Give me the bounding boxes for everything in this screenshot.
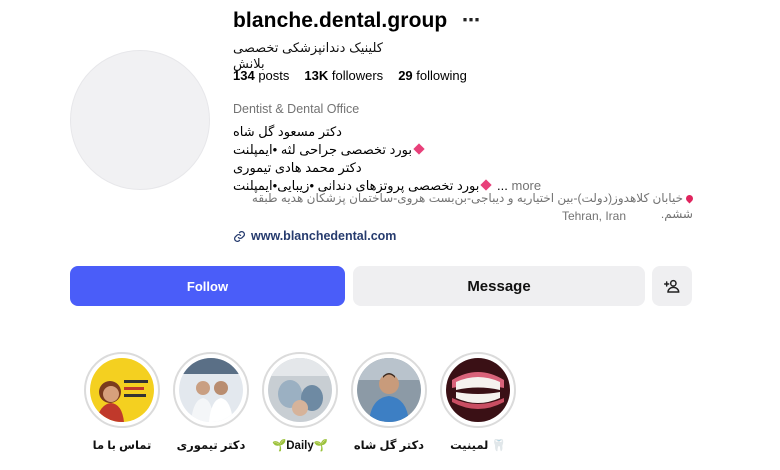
pink-diamond-icon	[413, 143, 425, 155]
highlight-cover-team	[179, 358, 243, 422]
following-count: 29	[398, 68, 413, 83]
add-user-button[interactable]	[652, 266, 692, 306]
website-link[interactable]: www.blanchedental.com	[233, 229, 396, 243]
followers-count: 13K	[304, 68, 329, 83]
more-horizontal-icon[interactable]: ⋯	[462, 10, 480, 31]
website-url: www.blanchedental.com	[251, 229, 397, 243]
followers-label: followers	[331, 68, 384, 83]
highlight-cover-clinic	[268, 358, 332, 422]
add-user-icon	[664, 279, 680, 293]
bio-line: دکتر محمد هادی تیموری	[233, 160, 362, 175]
pink-diamond-icon	[480, 179, 493, 191]
highlight-label: تماس با ما	[92, 440, 152, 452]
followers-stat[interactable]: 13K followers	[304, 68, 383, 83]
highlight-label: دکتر تیموری	[176, 440, 246, 452]
follow-button[interactable]: Follow	[70, 266, 345, 306]
highlight-dr-teymouri[interactable]: دکتر تیموری	[172, 352, 250, 452]
profile-avatar[interactable]	[70, 50, 210, 190]
posts-label: posts	[258, 68, 290, 83]
message-button[interactable]: Message	[353, 266, 645, 306]
highlight-daily[interactable]: 🌱Daily🌱	[261, 352, 339, 452]
profile-username: blanche.dental.group	[233, 9, 448, 32]
highlight-label: 🌱Daily🌱	[271, 440, 329, 452]
following-label: following	[416, 68, 467, 83]
profile-category: Dentist & Dental Office	[233, 102, 360, 116]
highlight-label: لمینیت 🦷	[450, 440, 506, 452]
highlight-label: دکتر گل شاه	[353, 440, 425, 452]
highlight-contact-us[interactable]: تماس با ما	[83, 352, 161, 452]
profile-bio: دکتر مسعود گل شاه بورد تخصصی جراحی لثه •…	[233, 123, 541, 195]
link-icon	[234, 230, 245, 242]
bio-line: بورد تخصصی جراحی لثه •ایمپلنت	[233, 141, 541, 159]
highlight-cover-contact	[90, 358, 154, 422]
following-stat[interactable]: 29 following	[398, 68, 467, 83]
profile-city: Tehran, Iran	[561, 209, 626, 223]
bio-line: دکتر مسعود گل شاه	[233, 124, 342, 139]
highlight-dr-golshah[interactable]: دکتر گل شاه	[350, 352, 428, 452]
posts-count: 134	[233, 68, 255, 83]
highlight-laminate[interactable]: لمینیت 🦷	[439, 352, 517, 452]
location-pin-icon	[684, 193, 695, 204]
posts-stat: 134 posts	[233, 68, 289, 83]
highlight-cover-teeth	[446, 358, 510, 422]
profile-stats: 134 posts 13K followers 29 following	[233, 68, 467, 83]
highlight-cover-doctor	[357, 358, 421, 422]
